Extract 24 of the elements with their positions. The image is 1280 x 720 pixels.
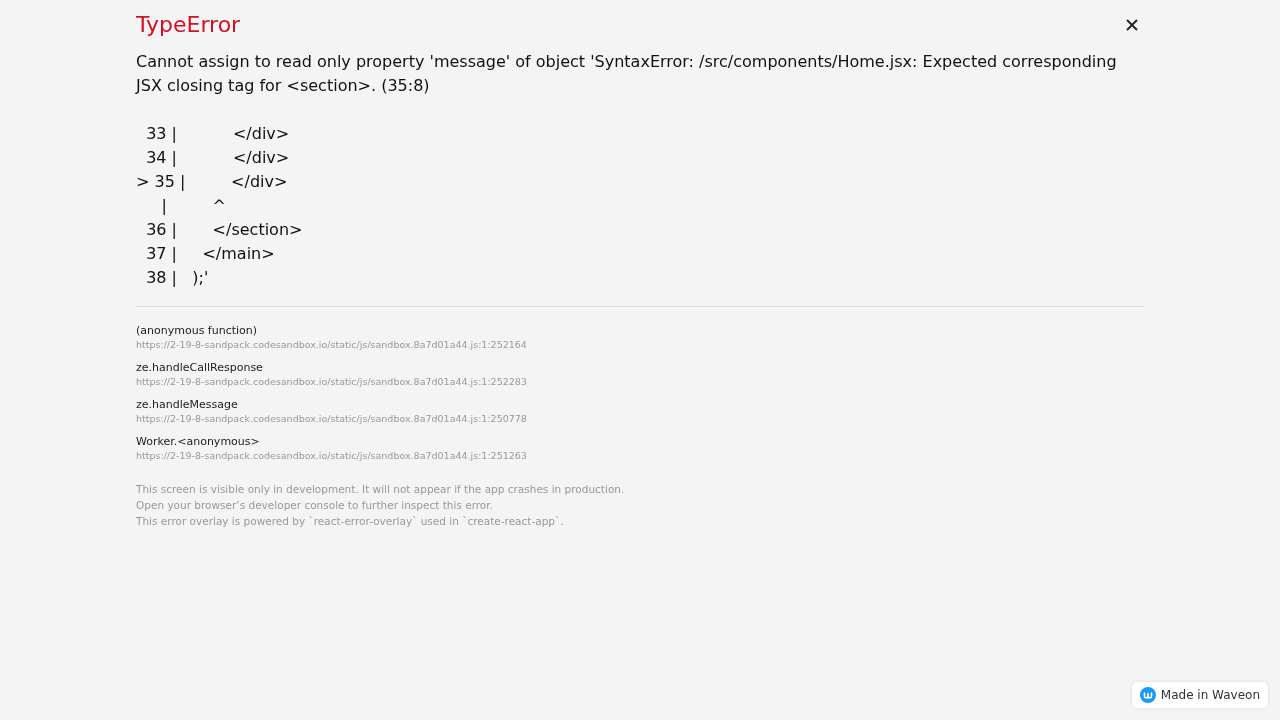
stack-function: ze.handleMessage [136, 397, 239, 412]
stack-location: https://2-19-8-sandpack.codesandbox.io/static/js/sandbox.8a7d01a44.js:1:250778 [136, 412, 528, 426]
close-icon [1126, 19, 1138, 31]
error-message: Cannot assign to read only property 'message' of object 'SyntaxError: /src/components/Home.jsx: Expected corresponding JSX closing tag for <section>. (35:8) [136, 51, 1118, 97]
stack-function: Worker.<anonymous> [136, 434, 261, 449]
stack-location: https://2-19-8-sandpack.codesandbox.io/static/js/sandbox.8a7d01a44.js:1:252164 [136, 338, 528, 352]
code-line: 38 | );' [145, 267, 210, 289]
footer-note: This error overlay is powered by `react-error-overlay` used in `create-react-app`. [136, 514, 565, 529]
error-title: TypeError [136, 11, 241, 39]
code-line: 33 | </div> [145, 123, 291, 145]
logo-icon [1139, 687, 1156, 703]
stack-function: (anonymous function) [136, 323, 259, 338]
code-line: > 35 | </div> [136, 171, 289, 193]
made-in-link[interactable]: Made in Waveon [1131, 682, 1268, 708]
code-line: | ^ [160, 195, 227, 217]
stack-function: ze.handleCallResponse [136, 360, 264, 375]
code-line: 37 | </main> [145, 243, 276, 265]
code-line: 34 | </div> [145, 147, 291, 169]
stack-location: https://2-19-8-sandpack.codesandbox.io/static/js/sandbox.8a7d01a44.js:1:251263 [136, 449, 528, 463]
stack-location: https://2-19-8-sandpack.codesandbox.io/static/js/sandbox.8a7d01a44.js:1:252283 [136, 375, 528, 389]
code-line: 36 | </section> [145, 219, 304, 241]
footer-note: This screen is visible only in development. It will not appear if the app crashes in production. [136, 482, 626, 497]
close-button[interactable] [1124, 17, 1140, 33]
footer-note: Open your browser’s developer console to further inspect this error. [136, 498, 494, 513]
